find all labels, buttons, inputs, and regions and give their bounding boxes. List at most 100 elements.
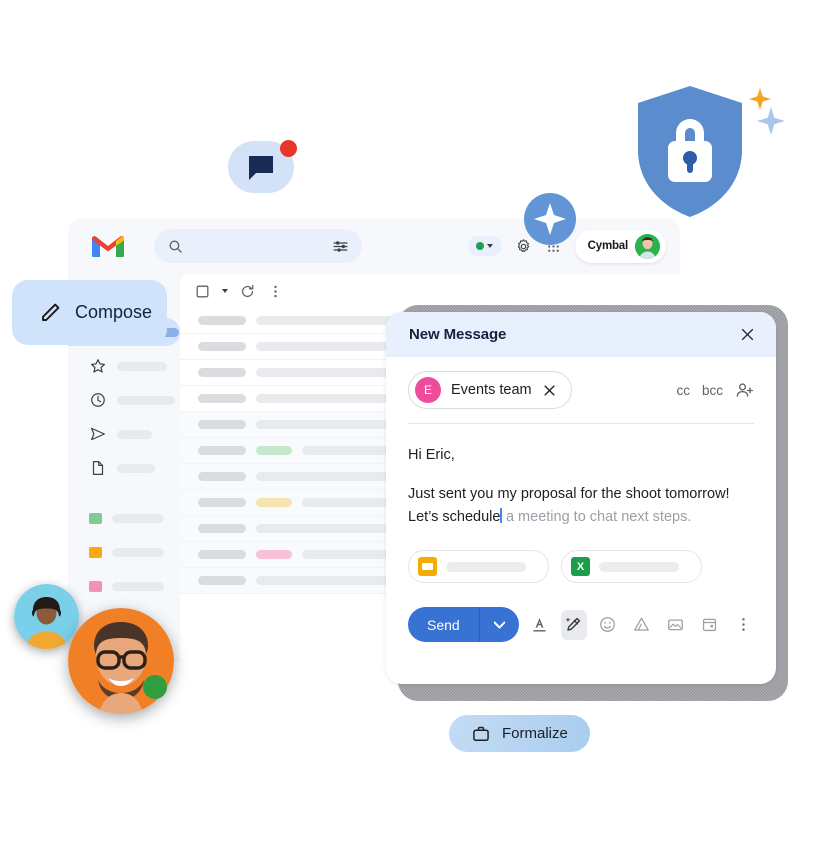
- attachment-chip[interactable]: X: [561, 550, 702, 584]
- chevron-down-icon: [493, 621, 505, 629]
- more-vertical-icon[interactable]: [267, 283, 284, 300]
- attachment-list: X: [386, 528, 776, 584]
- google-drive-icon[interactable]: [628, 610, 654, 640]
- gear-icon[interactable]: [515, 238, 532, 255]
- excel-icon: X: [571, 557, 590, 577]
- draft-icon: [92, 461, 104, 475]
- close-icon[interactable]: [542, 383, 557, 398]
- ai-suggestion-text: a meeting to chat next steps.: [501, 508, 692, 525]
- brand-account-chip[interactable]: Cymbal: [574, 229, 666, 263]
- shield-lock-icon: [634, 86, 746, 217]
- compose-window: New Message E Events team cc bcc Hi Eric…: [386, 312, 776, 684]
- search-icon: [169, 240, 182, 253]
- magic-pen-icon[interactable]: [560, 609, 587, 640]
- send-button[interactable]: Send: [408, 607, 519, 643]
- status-dot-green-icon: [476, 242, 485, 250]
- format-text-icon[interactable]: [527, 610, 553, 640]
- row-label-chip: [256, 498, 292, 507]
- refresh-icon[interactable]: [239, 283, 256, 300]
- avatar[interactable]: [635, 233, 660, 259]
- recipient-chip[interactable]: E Events team: [408, 371, 572, 409]
- cc-button[interactable]: cc: [676, 383, 690, 398]
- sidebar-label-0[interactable]: [68, 504, 180, 532]
- row-sender: [198, 394, 246, 403]
- recipient-name: Events team: [451, 382, 532, 398]
- row-sender: [198, 550, 246, 559]
- sidebar-item-label: [117, 395, 175, 405]
- ai-sparkle-badge[interactable]: [524, 193, 576, 245]
- gmail-m-logo: [92, 236, 124, 257]
- row-sender: [198, 342, 246, 351]
- sidebar-item-label: [117, 361, 167, 371]
- tune-filter-icon[interactable]: [332, 238, 349, 255]
- pencil-icon: [42, 303, 60, 321]
- sparkle-icon: [757, 107, 785, 135]
- sidebar-label-text: [112, 581, 164, 591]
- sidebar-item-4[interactable]: [68, 454, 180, 482]
- compose-title: New Message: [409, 326, 507, 343]
- gmail-topbar: Cymbal: [68, 218, 680, 274]
- status-indicator[interactable]: [467, 236, 502, 256]
- attachment-chip[interactable]: [408, 550, 549, 584]
- chevron-down-icon[interactable]: [222, 289, 228, 293]
- notification-badge-icon: [280, 140, 297, 157]
- sidebar-item-label: [117, 463, 155, 473]
- sidebar-label-text: [112, 513, 164, 523]
- briefcase-icon: [473, 726, 489, 741]
- add-person-icon[interactable]: [735, 381, 754, 400]
- email-list-toolbar: [180, 274, 680, 308]
- calendar-icon[interactable]: [696, 610, 722, 640]
- emoji-icon[interactable]: [595, 610, 621, 640]
- avatar: [14, 584, 79, 649]
- row-sender: [198, 368, 246, 377]
- sidebar-label-text: [112, 547, 164, 557]
- body-greeting: Hi Eric,: [408, 447, 455, 463]
- compose-button[interactable]: Compose: [12, 280, 167, 345]
- more-vertical-icon[interactable]: [730, 610, 756, 640]
- compose-body[interactable]: Hi Eric, Just sent you my proposal for t…: [386, 424, 776, 528]
- label-icon: [89, 546, 102, 558]
- sidebar-label-2[interactable]: [68, 572, 180, 600]
- formalize-label: Formalize: [502, 725, 568, 742]
- recipient-row: E Events team cc bcc: [386, 357, 776, 409]
- compose-button-label: Compose: [75, 302, 153, 322]
- sidebar-item-1[interactable]: [68, 352, 180, 380]
- sidebar-item-label: [117, 429, 152, 439]
- sidebar-labels: [68, 504, 180, 600]
- send-button-label: Send: [427, 616, 460, 633]
- row-sender: [198, 420, 246, 429]
- row-sender: [198, 446, 246, 455]
- compose-toolbar: Send: [386, 583, 776, 643]
- chevron-down-icon: [487, 244, 494, 248]
- checkbox-icon[interactable]: [194, 283, 211, 300]
- send-options-button[interactable]: [480, 621, 519, 629]
- sidebar-label-1[interactable]: [68, 538, 180, 566]
- online-status-dot-icon: [143, 675, 167, 699]
- typed-text: Let’s schedule: [408, 508, 501, 525]
- row-sender: [198, 498, 246, 507]
- row-sender: [198, 316, 246, 325]
- sidebar-item-2[interactable]: [68, 386, 180, 414]
- cc-bcc-controls: cc bcc: [676, 381, 754, 400]
- row-sender: [198, 472, 246, 481]
- insert-image-icon[interactable]: [662, 610, 688, 640]
- row-label-chip: [256, 550, 292, 559]
- sidebar-item-3[interactable]: [68, 420, 180, 448]
- label-icon: [89, 512, 102, 524]
- attachment-name: [599, 561, 679, 572]
- formalize-button[interactable]: Formalize: [449, 715, 590, 752]
- google-slides-icon: [418, 557, 437, 577]
- recipient-avatar: E: [415, 377, 441, 403]
- bcc-button[interactable]: bcc: [702, 383, 723, 398]
- body-line-2: Let’s schedule a meeting to chat next st…: [408, 506, 754, 528]
- clock-icon: [91, 393, 105, 407]
- compose-header: New Message: [386, 312, 776, 357]
- close-icon[interactable]: [739, 326, 756, 343]
- search-input[interactable]: [154, 229, 362, 263]
- send-icon: [91, 427, 105, 441]
- brand-label: Cymbal: [587, 240, 629, 252]
- attachment-name: [446, 561, 526, 572]
- label-icon: [89, 580, 102, 592]
- screenshot-stage: Cymbal New Message E Events team cc bcc …: [0, 0, 829, 862]
- row-sender: [198, 576, 246, 585]
